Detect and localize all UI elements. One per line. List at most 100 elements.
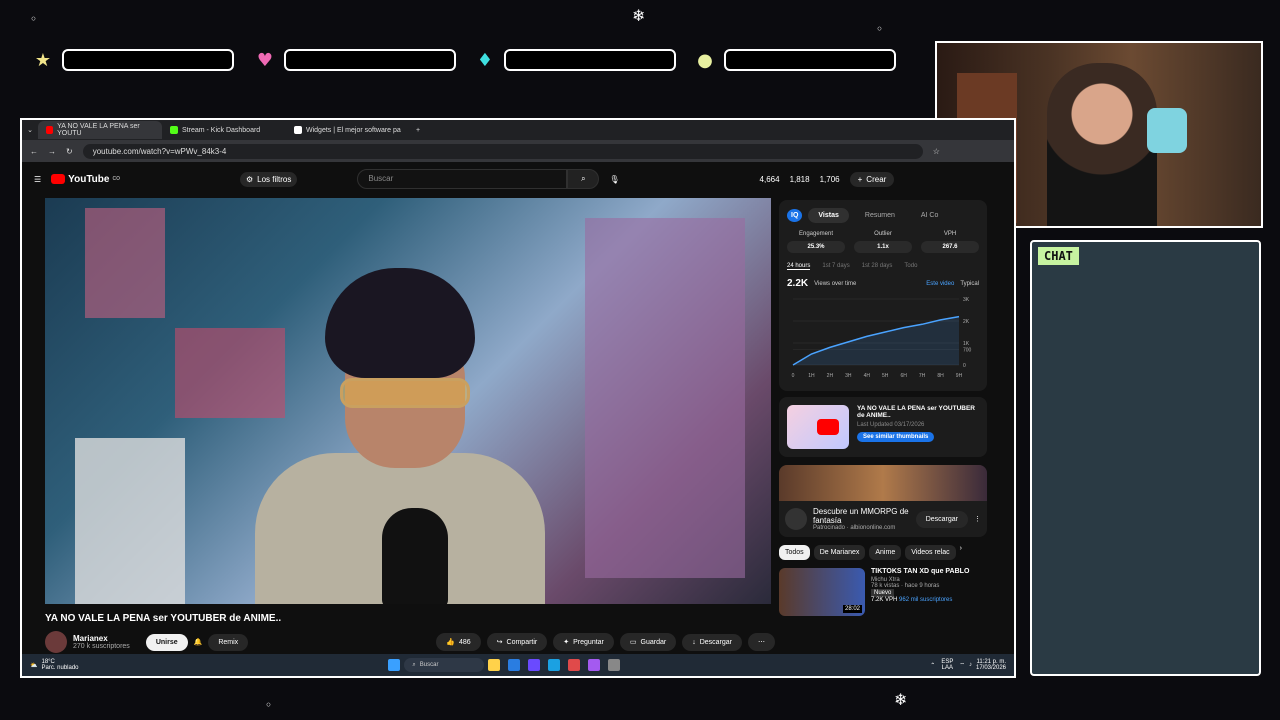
series-area (793, 316, 959, 365)
channel-name[interactable]: Marianex (73, 634, 130, 643)
rec-duration: 28:02 (842, 605, 862, 613)
clock[interactable]: 11:21 p. m. 17/03/2026 (976, 659, 1006, 671)
edge-icon[interactable] (508, 659, 521, 671)
chat-label: CHAT (1038, 247, 1079, 265)
tab-youtube[interactable]: YA NO VALE LA PENA ser YOUTU (38, 121, 162, 139)
tab-vistas[interactable]: Vistas (808, 208, 849, 223)
thumbnail[interactable] (787, 405, 849, 449)
rec-thumbnail[interactable]: 28:02 (779, 568, 865, 616)
chrome-icon[interactable] (568, 659, 581, 671)
settings-icon[interactable] (608, 659, 621, 671)
bookmark-icon[interactable]: ☆ (933, 147, 940, 156)
tab-resumen[interactable]: Resumen (855, 208, 905, 223)
video-title: YA NO VALE LA PENA ser YOUTUBER de ANIME… (45, 613, 282, 624)
vidiq-badge: IQ (787, 209, 803, 222)
range-7d[interactable]: 1st 7 days (822, 263, 849, 270)
app-icon[interactable] (528, 659, 541, 671)
range-28d[interactable]: 1st 28 days (862, 263, 893, 270)
search-icon: ⌕ (581, 174, 586, 183)
subscriber-count: 270 k suscriptores (73, 643, 130, 650)
reload-icon[interactable]: ↻ (66, 147, 73, 156)
more-icon[interactable]: ⋮ (974, 515, 981, 523)
windows-start-icon[interactable] (388, 659, 401, 671)
tab-kick[interactable]: Stream - Kick Dashboard (162, 121, 286, 139)
join-button[interactable]: Unirse (145, 633, 188, 651)
forward-icon[interactable]: → (48, 147, 56, 156)
new-tab-icon[interactable]: + (416, 127, 420, 134)
stat-value: 1.1x (854, 241, 912, 253)
filters-label: Los filtros (257, 174, 292, 184)
bell-icon[interactable]: 🔔 (194, 638, 203, 646)
date: 17/03/2026 (975, 665, 1007, 671)
chevron-right-icon[interactable]: › (960, 545, 962, 560)
x-tick-label: 7H (919, 373, 926, 379)
explorer-icon[interactable] (488, 659, 501, 671)
chip-all[interactable]: Todos (779, 545, 810, 560)
tab-widgets[interactable]: Widgets | El mejor software pa (286, 121, 410, 139)
vidiq-tabs: IQ Vistas Resumen AI Co (787, 208, 979, 223)
volume-icon[interactable]: ♪ (969, 662, 972, 668)
x-tick-label: 2H (827, 373, 834, 379)
avatar[interactable] (45, 631, 67, 653)
menu-icon[interactable]: ☰ (34, 175, 41, 184)
save-button[interactable]: ▭ Guardar (619, 633, 677, 651)
streamer (1047, 63, 1157, 226)
ad-logo (785, 508, 807, 530)
y-tick-label: 1K (963, 341, 970, 347)
remix-button[interactable]: Remix (208, 633, 249, 651)
cabinet (75, 438, 185, 604)
ad-download-button[interactable]: Descargar (915, 510, 968, 528)
video-player[interactable] (45, 198, 771, 604)
youtube-logo-icon (51, 174, 66, 184)
rec-subs: 962 mil suscriptores (899, 597, 953, 603)
tab-bar: ⌄ YA NO VALE LA PENA ser YOUTU Stream - … (22, 120, 1014, 140)
like-button[interactable]: 👍 486 (436, 633, 481, 651)
chip-related[interactable]: Videos relac (905, 545, 956, 560)
search-input[interactable]: Buscar (357, 169, 568, 189)
views-label[interactable]: Views over time (814, 281, 856, 287)
ad-image[interactable] (779, 465, 987, 501)
more-button[interactable]: ⋯ (748, 633, 775, 651)
channel-info: Marianex 270 k suscriptores (73, 634, 130, 650)
range-all[interactable]: Todo (904, 263, 917, 270)
url-field[interactable]: youtube.com/watch?v=wPWv_84k3-4 (82, 143, 923, 159)
chip-channel[interactable]: De Marianex (813, 545, 866, 560)
create-button[interactable]: + Crear (849, 171, 895, 187)
stat-outlier: Outlier 1.1x (854, 231, 912, 253)
word-icon[interactable] (548, 659, 561, 671)
tab-label: Stream - Kick Dashboard (182, 126, 261, 134)
bar (724, 49, 896, 71)
thumbs-up-icon: 👍 (446, 639, 455, 646)
filters-button[interactable]: ⚙ Los filtros (239, 171, 298, 187)
obs-icon[interactable] (588, 659, 601, 671)
taskbar-search[interactable]: ⌕ Buscar (404, 658, 485, 672)
x-tick-label: 9H (956, 373, 963, 379)
tab-menu-icon[interactable]: ⌄ (22, 126, 38, 134)
lang2: LAA (941, 665, 953, 671)
share-button[interactable]: ↪ Compartir (486, 633, 548, 651)
ad-title: Descubre un MMORPG de fantasía (813, 507, 909, 525)
language[interactable]: ESP LAA (941, 659, 953, 671)
weather[interactable]: 18°C Parc. nublado (41, 659, 78, 671)
sidebar: IQ Vistas Resumen AI Co Engagement 25.3% … (779, 200, 987, 616)
hair (325, 268, 475, 378)
search-button[interactable]: ⌕ (567, 169, 600, 189)
save-icon: ▭ (629, 639, 637, 646)
tab-ai[interactable]: AI Co (911, 208, 949, 223)
microphone (382, 508, 448, 604)
chevron-up-icon[interactable]: ⌃ (930, 662, 935, 669)
similar-thumbnails-button[interactable]: See similar thumbnails (857, 432, 935, 442)
widgets-favicon-icon (294, 126, 302, 134)
mic-icon[interactable]: 🎙 (609, 175, 619, 184)
thumbnail-panel: YA NO VALE LA PENA ser YOUTUBER de ANIME… (779, 397, 987, 457)
recommended-video[interactable]: 28:02 TIKTOKS TAN XD que PABLO Michu Xtr… (779, 568, 987, 616)
back-icon[interactable]: ← (30, 147, 38, 156)
sparkle-icon: ◦ (265, 698, 273, 712)
ask-label: Preguntar (573, 638, 604, 646)
chip-anime[interactable]: Anime (869, 545, 902, 560)
download-button[interactable]: ↓ Descargar (682, 633, 742, 651)
youtube-logo[interactable]: YouTube CO (51, 174, 120, 185)
ask-button[interactable]: ✦ Preguntar (553, 633, 614, 651)
wifi-icon[interactable]: ⌔ (959, 661, 965, 669)
range-24h[interactable]: 24 hours (787, 263, 811, 270)
